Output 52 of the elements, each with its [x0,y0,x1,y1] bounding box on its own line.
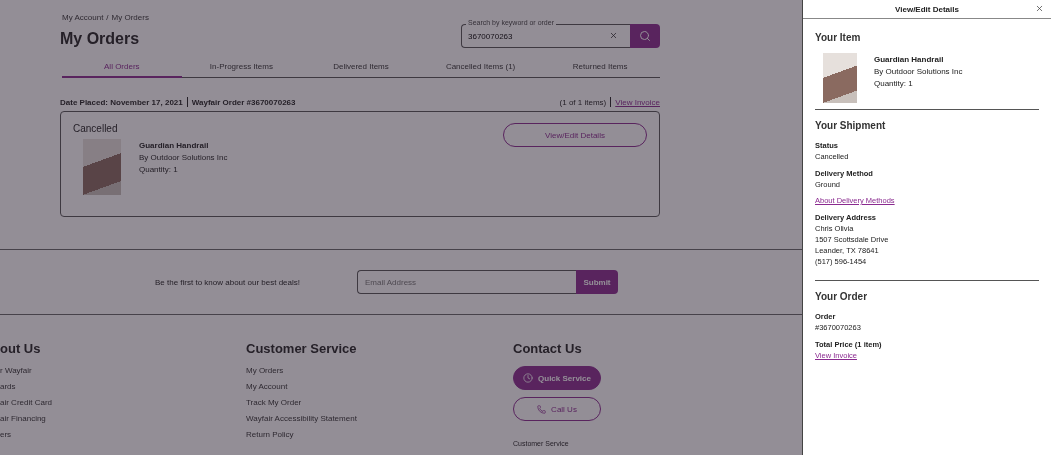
clock-icon [523,373,534,383]
section-heading: Your Item [815,32,862,43]
email-input-field[interactable]: Email Address [357,270,576,294]
submit-button[interactable]: Submit [576,270,618,294]
order-number: Wayfair Order #3670070263 [191,97,296,107]
date-placed: Date Placed: November 17, 2021 [60,97,183,107]
search-button[interactable] [630,24,660,48]
breadcrumb-separator: / [106,13,109,22]
view-edit-details-button[interactable]: View/Edit Details [503,123,647,147]
clear-icon[interactable] [609,31,618,40]
order-status: Cancelled [73,123,119,134]
product-brand: By Outdoor Solutions Inc [874,67,963,76]
footer-link[interactable]: air Financing [0,414,46,423]
product-name: Guardian Handrail [874,55,945,64]
footer-link[interactable]: ards [0,382,16,391]
newsletter-text: Be the first to know about our best deals! [155,277,300,287]
footer-link[interactable]: ers [0,430,12,439]
search-icon [639,30,651,42]
product-photo-placeholder [83,139,121,195]
footer-link[interactable]: Track My Order [246,398,302,407]
footer-heading: out Us [0,341,41,356]
item-count: (1 of 1 items) [559,97,607,107]
tab[interactable]: In-Progress Items [181,62,302,78]
close-icon [1035,4,1044,13]
section-heading: Your Order [815,291,869,302]
product-brand: By Outdoor Solutions Inc [139,153,228,162]
tab[interactable]: Returned Items [540,62,660,78]
tab[interactable]: All Orders [62,62,182,78]
page-title: My Orders [60,30,140,48]
call-us-button[interactable]: Call Us [513,397,601,421]
footer-link[interactable]: r Wayfair [0,366,32,375]
close-button[interactable] [1035,4,1044,13]
footer-heading: Contact Us [513,341,582,356]
tab[interactable]: Cancelled Items (1) [420,62,541,78]
view-invoice-link[interactable]: View Invoice [615,97,660,107]
footer-heading: Customer Service [246,341,357,356]
breadcrumb-link[interactable]: My Orders [111,13,149,22]
product-quantity: Quantity: 1 [139,165,179,174]
product-name: Guardian Handrail [139,141,210,150]
drawer-title: View/Edit Details [895,4,959,14]
footer-link[interactable]: My Account [246,382,288,391]
product-photo-placeholder [823,53,857,103]
footer-link[interactable]: air Credit Card [0,398,52,407]
product-quantity: Quantity: 1 [874,79,914,88]
footer-link[interactable]: Return Policy [246,430,294,439]
quick-service-button[interactable]: Quick Service [513,366,601,390]
footer-link[interactable]: Wayfair Accessibility Statement [246,414,357,423]
phone-icon [537,404,547,414]
tab[interactable]: Delivered Items [301,62,421,78]
section-heading: Your Shipment [815,120,887,131]
footer-link[interactable]: My Orders [246,366,284,375]
breadcrumb-link[interactable]: My Account [62,13,104,22]
